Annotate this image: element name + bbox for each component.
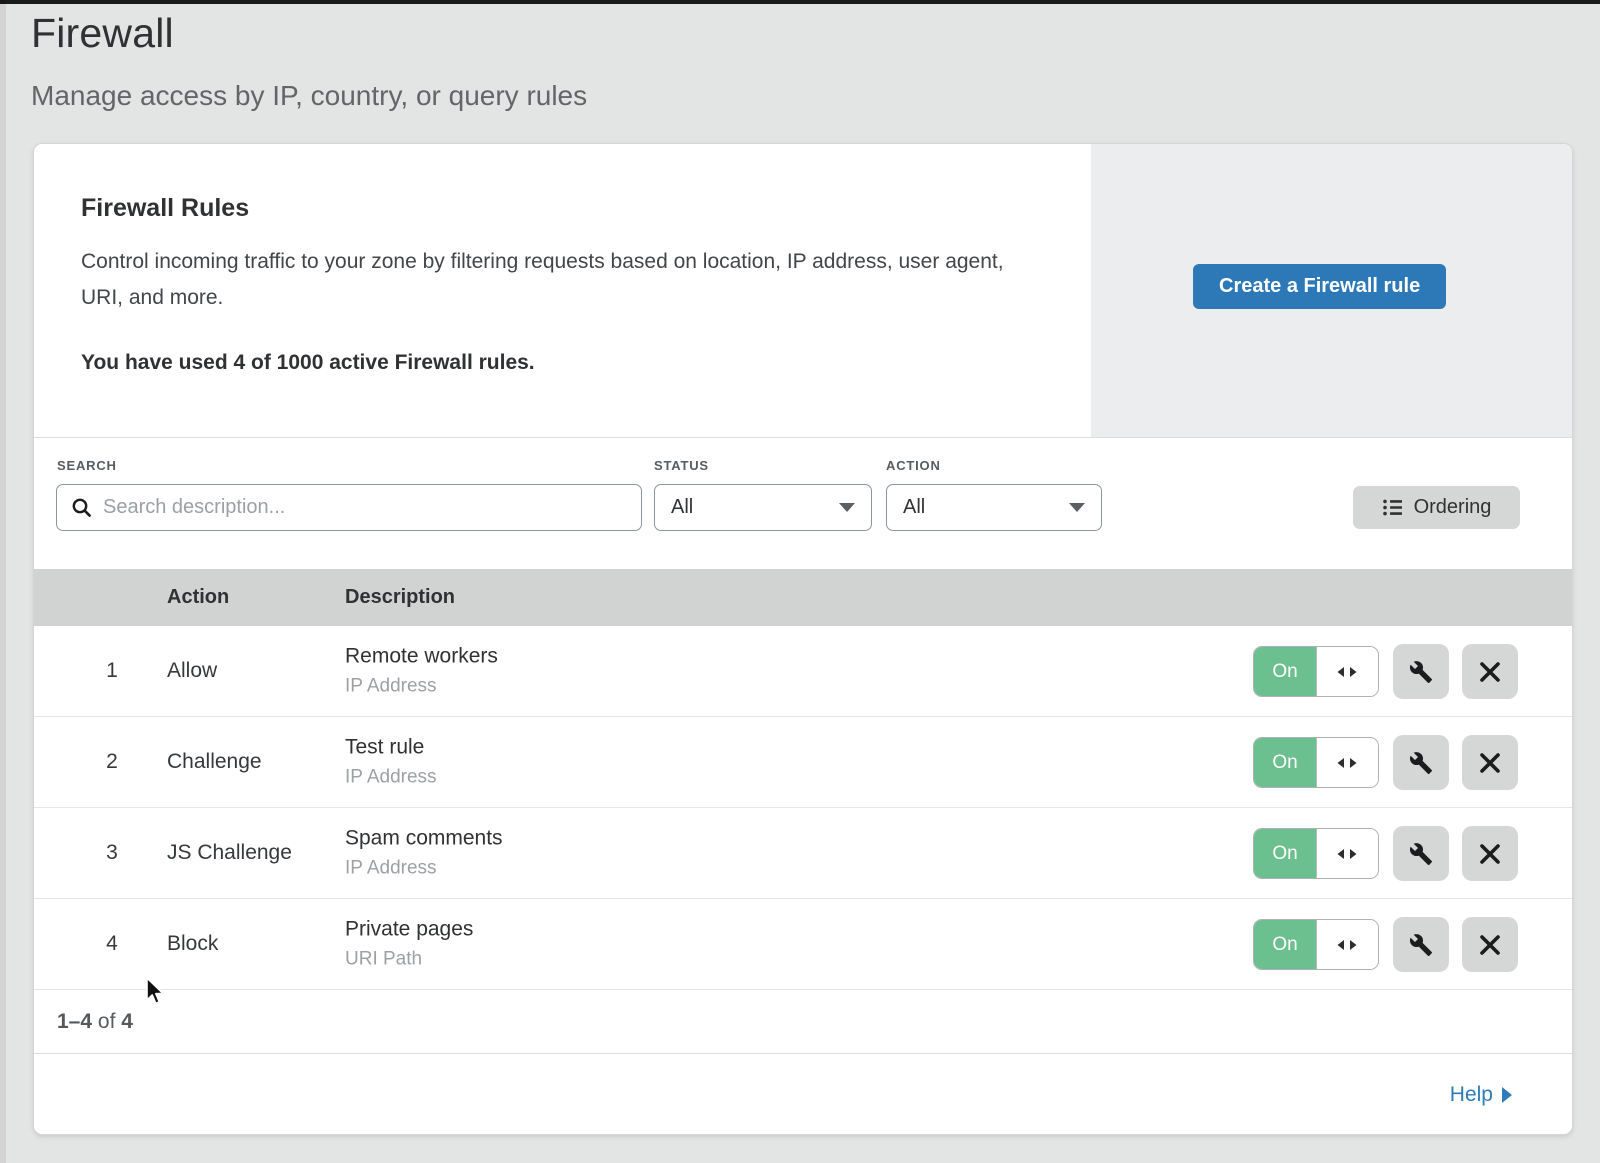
firewall-rules-card: Create a Firewall rule Firewall Rules Co… bbox=[33, 143, 1573, 1135]
delete-rule-button[interactable] bbox=[1462, 735, 1518, 790]
toggle-handle-icon[interactable] bbox=[1316, 738, 1378, 787]
search-icon bbox=[71, 497, 92, 518]
ordered-list-icon bbox=[1382, 497, 1403, 518]
edit-rule-button[interactable] bbox=[1393, 917, 1449, 972]
wrench-icon bbox=[1409, 933, 1433, 957]
toggle-on-label: On bbox=[1254, 647, 1316, 696]
delete-rule-button[interactable] bbox=[1462, 644, 1518, 699]
create-firewall-rule-button[interactable]: Create a Firewall rule bbox=[1193, 264, 1446, 309]
rule-action: Allow bbox=[167, 659, 217, 683]
table-row: 4 Block Private pages URI Path On bbox=[34, 899, 1572, 990]
page-title: Firewall bbox=[31, 10, 174, 57]
rule-match-type: URI Path bbox=[345, 949, 473, 971]
table-header: Action Description bbox=[34, 569, 1572, 626]
rule-description-cell: Test rule IP Address bbox=[345, 736, 437, 789]
wrench-icon bbox=[1409, 751, 1433, 775]
action-label: ACTION bbox=[886, 458, 941, 473]
toggle-handle-icon[interactable] bbox=[1316, 829, 1378, 878]
search-label: SEARCH bbox=[57, 458, 117, 473]
table-row: 1 Allow Remote workers IP Address On bbox=[34, 626, 1572, 717]
rules-description: Control incoming traffic to your zone by… bbox=[81, 244, 1031, 316]
toggle-on-label: On bbox=[1254, 920, 1316, 969]
rule-action: Challenge bbox=[167, 750, 262, 774]
rule-action: Block bbox=[167, 932, 218, 956]
search-input[interactable] bbox=[103, 496, 627, 519]
rule-action: JS Challenge bbox=[167, 841, 292, 865]
rule-enabled-toggle[interactable]: On bbox=[1253, 737, 1379, 788]
action-select[interactable]: All bbox=[886, 484, 1102, 531]
rule-description: Private pages bbox=[345, 918, 473, 942]
triangle-right-icon bbox=[1502, 1087, 1512, 1103]
chevron-down-icon bbox=[839, 503, 855, 512]
page-subtitle: Manage access by IP, country, or query r… bbox=[31, 80, 587, 112]
status-label: STATUS bbox=[654, 458, 709, 473]
rule-description-cell: Remote workers IP Address bbox=[345, 645, 498, 698]
rule-enabled-toggle[interactable]: On bbox=[1253, 646, 1379, 697]
chevron-down-icon bbox=[1069, 503, 1085, 512]
help-link[interactable]: Help bbox=[1450, 1083, 1512, 1107]
rule-description: Spam comments bbox=[345, 827, 503, 851]
pagination-of: of bbox=[98, 1010, 116, 1033]
toggle-on-label: On bbox=[1254, 829, 1316, 878]
ordering-button[interactable]: Ordering bbox=[1353, 486, 1520, 529]
rule-match-type: IP Address bbox=[345, 767, 437, 789]
help-row: Help bbox=[34, 1054, 1572, 1135]
rule-priority: 3 bbox=[96, 841, 128, 865]
rule-description-cell: Private pages URI Path bbox=[345, 918, 473, 971]
rule-priority: 1 bbox=[96, 659, 128, 683]
rule-priority: 2 bbox=[96, 750, 128, 774]
rule-match-type: IP Address bbox=[345, 858, 503, 880]
action-selected-value: All bbox=[903, 496, 925, 519]
status-selected-value: All bbox=[671, 496, 693, 519]
toggle-handle-icon[interactable] bbox=[1316, 647, 1378, 696]
rules-usage-note: You have used 4 of 1000 active Firewall … bbox=[81, 351, 535, 375]
window-top-edge bbox=[0, 0, 1600, 4]
table-row: 3 JS Challenge Spam comments IP Address … bbox=[34, 808, 1572, 899]
rule-match-type: IP Address bbox=[345, 676, 498, 698]
delete-rule-button[interactable] bbox=[1462, 917, 1518, 972]
pagination-range: 1–4 bbox=[57, 1010, 92, 1033]
rule-description-cell: Spam comments IP Address bbox=[345, 827, 503, 880]
rule-description: Test rule bbox=[345, 736, 437, 760]
close-icon bbox=[1479, 752, 1501, 774]
edit-rule-button[interactable] bbox=[1393, 735, 1449, 790]
rule-enabled-toggle[interactable]: On bbox=[1253, 828, 1379, 879]
help-link-label: Help bbox=[1450, 1083, 1493, 1107]
wrench-icon bbox=[1409, 842, 1433, 866]
close-icon bbox=[1479, 934, 1501, 956]
create-rule-panel: Create a Firewall rule bbox=[1091, 144, 1572, 437]
pagination-total: 4 bbox=[121, 1010, 133, 1033]
close-icon bbox=[1479, 661, 1501, 683]
rules-heading: Firewall Rules bbox=[81, 194, 249, 223]
pagination-row: 1–4 of 4 bbox=[34, 990, 1572, 1054]
status-select[interactable]: All bbox=[654, 484, 872, 531]
delete-rule-button[interactable] bbox=[1462, 826, 1518, 881]
window-left-edge bbox=[0, 0, 6, 1163]
toggle-on-label: On bbox=[1254, 738, 1316, 787]
rule-priority: 4 bbox=[96, 932, 128, 956]
close-icon bbox=[1479, 843, 1501, 865]
ordering-button-label: Ordering bbox=[1414, 496, 1492, 519]
filter-bar: SEARCH STATUS All ACTION All Ordering bbox=[34, 438, 1572, 569]
toggle-handle-icon[interactable] bbox=[1316, 920, 1378, 969]
rules-intro-section: Create a Firewall rule Firewall Rules Co… bbox=[34, 144, 1572, 438]
column-header-action: Action bbox=[167, 586, 229, 609]
edit-rule-button[interactable] bbox=[1393, 826, 1449, 881]
search-field-wrapper[interactable] bbox=[56, 484, 642, 531]
pagination-summary: 1–4 of 4 bbox=[57, 1010, 133, 1034]
rule-enabled-toggle[interactable]: On bbox=[1253, 919, 1379, 970]
table-row: 2 Challenge Test rule IP Address On bbox=[34, 717, 1572, 808]
edit-rule-button[interactable] bbox=[1393, 644, 1449, 699]
rule-description: Remote workers bbox=[345, 645, 498, 669]
wrench-icon bbox=[1409, 660, 1433, 684]
column-header-description: Description bbox=[345, 586, 455, 609]
